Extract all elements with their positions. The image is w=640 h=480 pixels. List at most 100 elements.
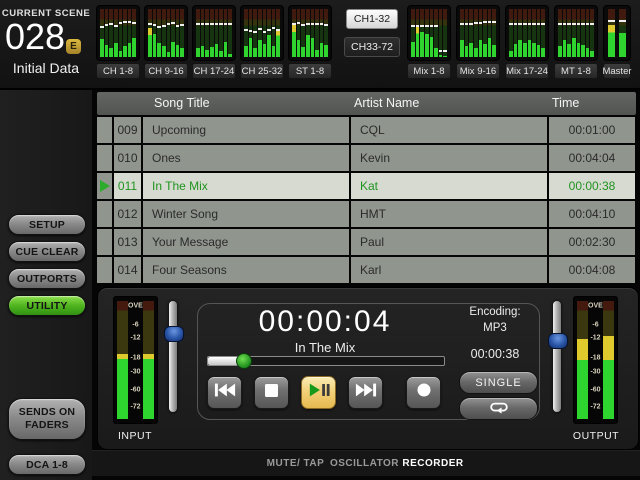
artist-name: CQL xyxy=(351,117,547,143)
stop-icon xyxy=(265,384,278,402)
song-row-012[interactable]: 012Winter SongHMT00:04:10 xyxy=(97,201,636,227)
fader-position-mark xyxy=(509,23,513,25)
channel-meter xyxy=(572,9,576,57)
channel-meter xyxy=(132,9,136,57)
channel-meter xyxy=(162,9,166,57)
fader-position-mark xyxy=(176,25,180,27)
song-title: Ones xyxy=(143,145,349,171)
repeat-button[interactable] xyxy=(459,397,538,420)
meter-scale: OVER-6-12-18-30-60-72 xyxy=(128,301,143,419)
single-mode-button[interactable]: SINGLE xyxy=(459,371,538,394)
fader-position-mark xyxy=(581,23,585,25)
meter-group-mix-17-24[interactable]: Mix 17-24 xyxy=(505,5,549,79)
channel-meter xyxy=(205,9,209,57)
channel-meter xyxy=(528,9,532,57)
next-button[interactable] xyxy=(348,376,383,409)
song-row-013[interactable]: 013Your MessagePaul00:02:30 xyxy=(97,229,636,255)
fader-position-mark xyxy=(123,21,127,23)
sidebar-button-sends-on-faders[interactable]: SENDS ON FADERS xyxy=(8,398,86,440)
channel-meter xyxy=(157,9,161,57)
input-fader-track[interactable] xyxy=(169,301,177,412)
channel-meter xyxy=(201,9,205,57)
song-row-011[interactable]: 011In The MixKat00:00:38 xyxy=(97,173,636,199)
meter-group-label: CH 17-24 xyxy=(192,63,236,79)
current-scene-box[interactable]: CURRENT SCENE 028 E Initial Data xyxy=(0,0,92,88)
channel-meter xyxy=(263,9,267,57)
meter-screen xyxy=(505,5,549,61)
sidebar-button-cue-clear[interactable]: CUE CLEAR xyxy=(8,241,86,262)
play-pause-button[interactable] xyxy=(301,376,336,409)
song-time: 00:04:10 xyxy=(549,201,635,227)
channel-meter xyxy=(253,9,257,57)
record-icon xyxy=(417,383,431,402)
layer-button-ch33-72[interactable]: CH33-72 xyxy=(344,37,400,57)
meter-group-mix-9-16[interactable]: Mix 9-16 xyxy=(456,5,500,79)
channel-meter xyxy=(420,9,424,57)
fader-position-mark xyxy=(488,21,492,23)
meter-group-st-1-8[interactable]: ST 1-8 xyxy=(288,5,332,79)
channel-meter xyxy=(267,9,271,57)
fader-position-mark xyxy=(272,27,276,29)
song-row-014[interactable]: 014Four SeasonsKarl00:04:08 xyxy=(97,257,636,283)
fader-position-mark xyxy=(420,25,424,27)
song-row-010[interactable]: 010OnesKevin00:04:04 xyxy=(97,145,636,171)
channel-meter xyxy=(176,9,180,57)
meter-group-ch-17-24[interactable]: CH 17-24 xyxy=(192,5,236,79)
meter-group-ch-9-16[interactable]: CH 9-16 xyxy=(144,5,188,79)
record-button[interactable] xyxy=(406,376,441,409)
fader-position-mark xyxy=(306,23,310,25)
fader-position-mark xyxy=(301,24,305,26)
channel-meter xyxy=(439,9,443,57)
channel-meter xyxy=(537,9,541,57)
meter-group-mix-1-8[interactable]: Mix 1-8 xyxy=(407,5,451,79)
output-fader-track[interactable] xyxy=(553,301,561,412)
meter-group-master[interactable]: Master xyxy=(603,5,631,79)
fader-position-mark xyxy=(479,22,483,24)
channel-meter xyxy=(148,9,152,57)
channel-meter xyxy=(219,9,223,57)
column-time: Time xyxy=(552,96,579,110)
fader-position-mark xyxy=(416,25,420,27)
meter-group-ch-1-8[interactable]: CH 1-8 xyxy=(96,5,140,79)
fader-position-mark xyxy=(528,23,532,25)
meter-groups-left: CH 1-8CH 9-16CH 17-24CH 25-32ST 1-8 xyxy=(96,5,332,79)
tab-recorder[interactable]: RECORDER xyxy=(398,458,468,469)
layer-button-ch1-32[interactable]: CH1-32 xyxy=(346,9,398,29)
fader-position-mark xyxy=(263,31,267,33)
elapsed-time-display: 00:00:04 xyxy=(225,305,425,339)
artist-name: Kevin xyxy=(351,145,547,171)
fader-position-mark xyxy=(249,30,253,32)
fader-position-mark xyxy=(425,25,429,27)
fader-position-mark xyxy=(608,20,615,22)
stop-button[interactable] xyxy=(254,376,289,409)
sidebar-button-outports[interactable]: OUTPORTS xyxy=(8,268,86,289)
song-row-009[interactable]: 009UpcomingCQL00:01:00 xyxy=(97,117,636,143)
fader-position-mark xyxy=(167,23,171,25)
fader-position-mark xyxy=(324,24,328,26)
sidebar-button-dca-1-8[interactable]: DCA 1-8 xyxy=(8,454,86,475)
channel-meter xyxy=(509,9,513,57)
input-fader-knob[interactable] xyxy=(164,326,184,342)
input-meter-label: INPUT xyxy=(105,430,165,442)
fader-position-mark xyxy=(100,26,104,28)
tab-oscillator[interactable]: OSCILLATOR xyxy=(322,458,407,469)
mixer-recorder-screen: CURRENT SCENE 028 E Initial Data CH 1-8C… xyxy=(0,0,640,480)
sidebar-button-setup[interactable]: SETUP xyxy=(8,214,86,235)
fader-position-mark xyxy=(205,23,209,25)
channel-meter xyxy=(586,9,590,57)
scene-name: Initial Data xyxy=(0,60,92,76)
song-number: 009 xyxy=(114,117,141,143)
progress-bar[interactable] xyxy=(207,356,445,366)
meter-group-label: CH 1-8 xyxy=(96,63,140,79)
channel-meter xyxy=(109,9,113,57)
meter-group-mt-1-8[interactable]: MT 1-8 xyxy=(554,5,598,79)
channel-meter xyxy=(119,9,123,57)
channel-meter xyxy=(465,9,469,57)
output-fader-knob[interactable] xyxy=(548,333,568,349)
sidebar-button-utility[interactable]: UTILITY xyxy=(8,295,86,316)
channel-meter xyxy=(532,9,536,57)
rewind-button[interactable] xyxy=(207,376,242,409)
fader-position-mark xyxy=(537,23,541,25)
meter-group-ch-25-32[interactable]: CH 25-32 xyxy=(240,5,284,79)
song-time: 00:00:38 xyxy=(549,173,635,199)
